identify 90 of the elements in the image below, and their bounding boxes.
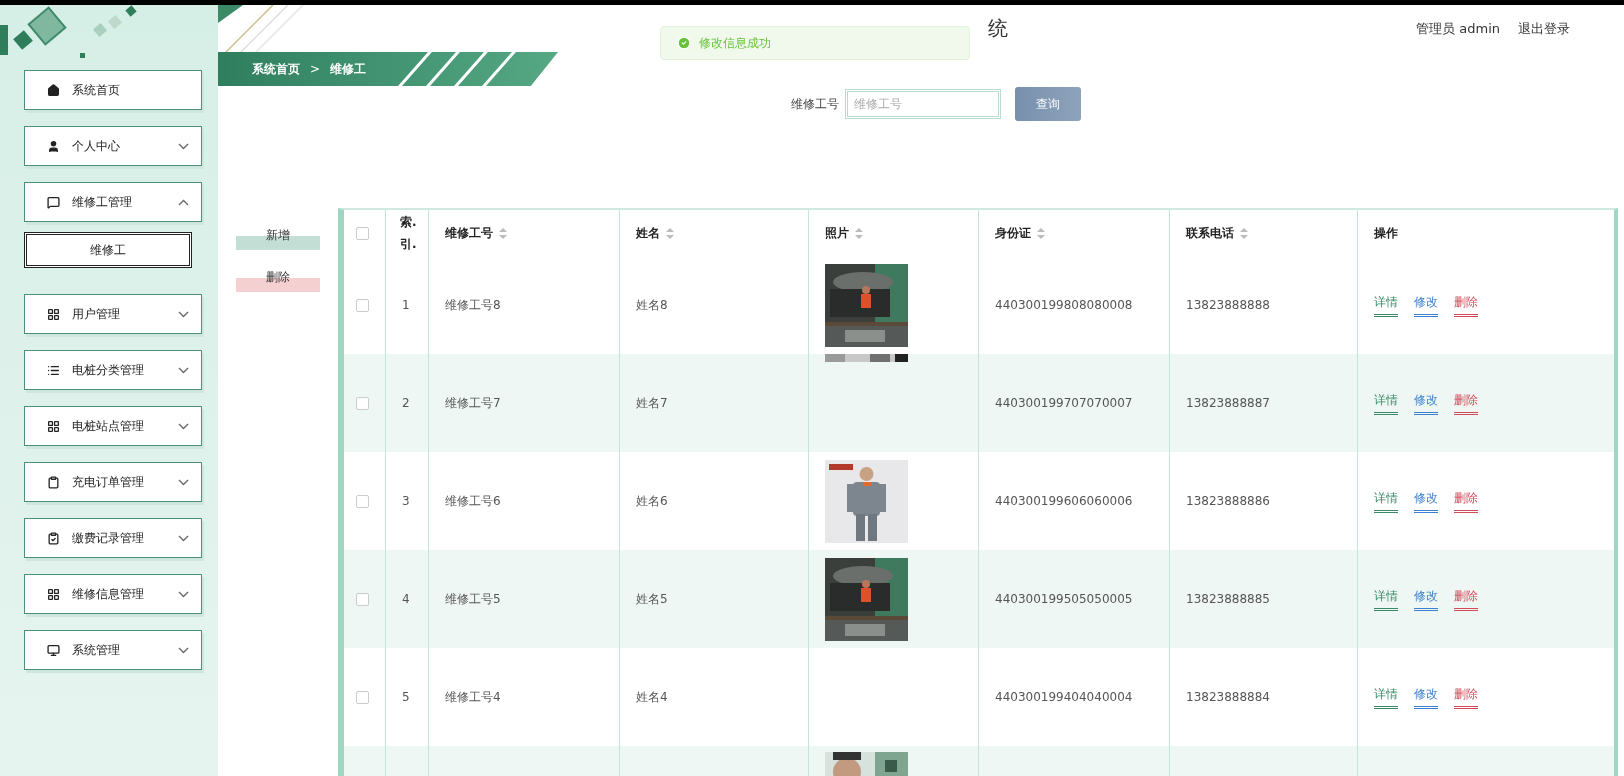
- table-cell: 姓名6: [636, 492, 668, 510]
- nav-item[interactable]: 用户管理: [24, 294, 202, 334]
- column-header: 索. 引.: [400, 214, 417, 253]
- table-cell: 2: [402, 396, 410, 410]
- table-cell: 440300199707070007: [995, 396, 1133, 410]
- checkbox[interactable]: [356, 396, 369, 410]
- user-info: 管理员 admin: [1416, 19, 1500, 38]
- edit-link[interactable]: 修改: [1414, 391, 1438, 415]
- nav-subitem[interactable]: 维修工: [24, 232, 192, 268]
- detail-link[interactable]: 详情: [1374, 489, 1398, 513]
- grid-icon: [47, 419, 60, 433]
- column-header: 操作: [1374, 225, 1398, 242]
- delete-link[interactable]: 删除: [1454, 587, 1478, 611]
- search-label: 维修工号: [791, 95, 839, 113]
- table-cell: 维修工号7: [445, 394, 501, 412]
- detail-link[interactable]: 详情: [1374, 293, 1398, 317]
- delete-link[interactable]: 删除: [1454, 685, 1478, 709]
- nav-item[interactable]: 电桩站点管理: [24, 406, 202, 446]
- query-button[interactable]: 查询: [1015, 87, 1081, 121]
- grid-icon: [47, 587, 60, 601]
- grid-icon: [47, 307, 60, 321]
- checkbox[interactable]: [356, 690, 369, 704]
- user-icon: [47, 139, 60, 153]
- detail-link[interactable]: 详情: [1374, 587, 1398, 611]
- breadcrumb-separator: >: [310, 62, 321, 76]
- table-cell: 维修工号5: [445, 590, 501, 608]
- sort-icon[interactable]: [499, 227, 507, 239]
- breadcrumb-item[interactable]: 系统首页: [252, 60, 300, 78]
- nav-item[interactable]: 充电订单管理: [24, 462, 202, 502]
- table-cell: 13823888887: [1186, 396, 1270, 410]
- column-header: 联系电话: [1186, 225, 1234, 242]
- checkbox[interactable]: [356, 226, 369, 240]
- breadcrumb-item: 维修工: [330, 60, 367, 78]
- edit-link[interactable]: 修改: [1414, 685, 1438, 709]
- nav-item[interactable]: 维修信息管理: [24, 574, 202, 614]
- checkbox[interactable]: [356, 298, 369, 312]
- table-cell: 13823888885: [1186, 592, 1270, 606]
- table-cell: 5: [402, 690, 410, 704]
- edit-link[interactable]: 修改: [1414, 293, 1438, 317]
- table-cell: 13823888884: [1186, 690, 1270, 704]
- sort-icon[interactable]: [855, 227, 863, 239]
- column-header: 维修工号: [445, 225, 493, 242]
- toast-message: 修改信息成功: [699, 34, 771, 52]
- checkbox[interactable]: [356, 592, 369, 606]
- column-header: 身份证: [995, 225, 1031, 242]
- nav-item[interactable]: 系统首页: [24, 70, 202, 110]
- table-cell: 440300199606060006: [995, 494, 1133, 508]
- column-header: 姓名: [636, 225, 660, 242]
- table-cell: 440300199404040004: [995, 690, 1133, 704]
- sort-icon[interactable]: [666, 227, 674, 239]
- nav-item[interactable]: 维修工管理: [24, 182, 202, 222]
- table-cell: 1: [402, 298, 410, 312]
- table-cell: 维修工号4: [445, 688, 501, 706]
- clipboard-check-icon: [47, 531, 60, 545]
- edit-link[interactable]: 修改: [1414, 587, 1438, 611]
- nav-item[interactable]: 电桩分类管理: [24, 350, 202, 390]
- detail-link[interactable]: 详情: [1374, 685, 1398, 709]
- monitor-icon: [47, 643, 60, 657]
- edit-link[interactable]: 修改: [1414, 489, 1438, 513]
- nav-item[interactable]: 个人中心: [24, 126, 202, 166]
- nav-item[interactable]: 缴费记录管理: [24, 518, 202, 558]
- table-cell: 3: [402, 494, 410, 508]
- table-cell: 4: [402, 592, 410, 606]
- table-cell: 13823888886: [1186, 494, 1270, 508]
- column-header: 照片: [825, 225, 849, 242]
- table-cell: 440300199808080008: [995, 298, 1133, 312]
- table-cell: 姓名8: [636, 296, 668, 314]
- table-cell: 维修工号8: [445, 296, 501, 314]
- delete-link[interactable]: 删除: [1454, 391, 1478, 415]
- home-icon: [47, 83, 60, 97]
- success-icon: [677, 36, 691, 50]
- sort-icon[interactable]: [1037, 227, 1045, 239]
- table-cell: 440300199505050005: [995, 592, 1133, 606]
- page-title: 统: [988, 15, 1008, 42]
- table-cell: 维修工号6: [445, 492, 501, 510]
- list-icon: [47, 363, 60, 377]
- delete-link[interactable]: 删除: [1454, 489, 1478, 513]
- nav-item[interactable]: 系统管理: [24, 630, 202, 670]
- table-cell: 13823888888: [1186, 298, 1270, 312]
- detail-link[interactable]: 详情: [1374, 391, 1398, 415]
- chat-icon: [47, 195, 60, 209]
- table-cell: 姓名4: [636, 688, 668, 706]
- logout-link[interactable]: 退出登录: [1518, 19, 1570, 38]
- delete-link[interactable]: 删除: [1454, 293, 1478, 317]
- search-field[interactable]: 维修工号: [845, 89, 1001, 119]
- table-cell: 姓名5: [636, 590, 668, 608]
- checkbox[interactable]: [356, 494, 369, 508]
- clipboard-icon: [47, 475, 60, 489]
- sort-icon[interactable]: [1240, 227, 1248, 239]
- table-cell: 姓名7: [636, 394, 668, 412]
